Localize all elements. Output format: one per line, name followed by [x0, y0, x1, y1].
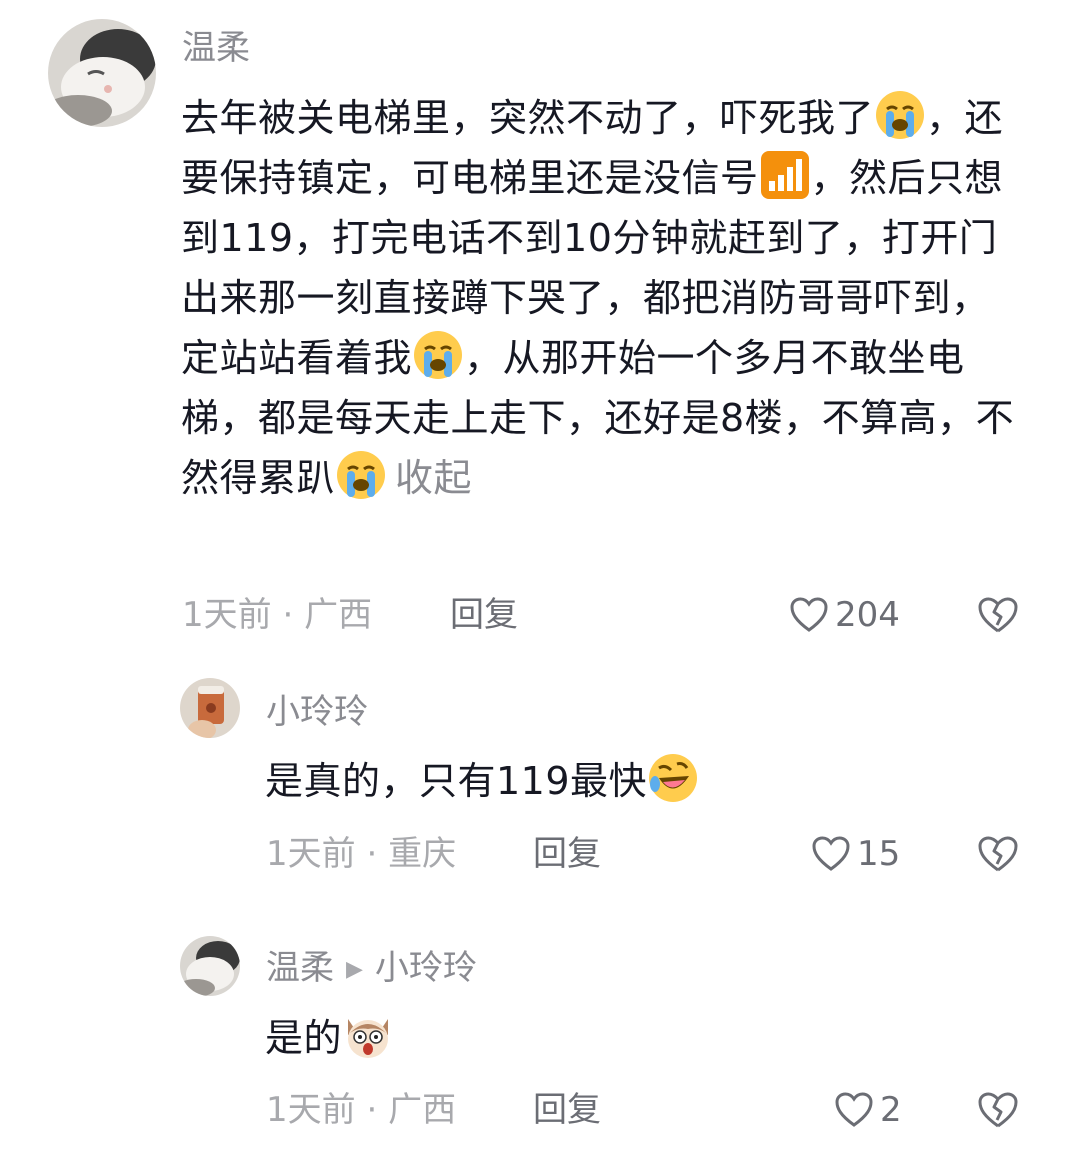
reply-button[interactable]: 回复 [533, 1090, 601, 1130]
comment-author-name[interactable]: 温柔 [266, 948, 334, 988]
comment-location: 广西 [388, 1090, 457, 1130]
like-button[interactable]: 2 [834, 1090, 902, 1130]
loudly-crying-face-icon [335, 449, 387, 501]
shocked-dog-face-icon [342, 1009, 394, 1061]
like-count: 204 [835, 595, 900, 635]
avatar[interactable] [180, 936, 240, 996]
comment-text: 去年被关电梯里，突然不动了，吓死我了 ，还要保持镇定，可电梯里还是没信号 ，然后只想… [181, 88, 1021, 508]
heart-outline-icon [790, 597, 828, 632]
loudly-crying-face-icon [412, 329, 464, 381]
rolling-laughing-face-icon [647, 752, 699, 804]
collapse-button[interactable]: 收起 [395, 456, 472, 500]
comment-text: 是的 [265, 1008, 1025, 1068]
comment-author[interactable]: 小玲玲 [266, 692, 368, 732]
avatar[interactable] [48, 19, 156, 127]
comment-location: 广西 [304, 595, 373, 635]
meta-separator: · [366, 834, 378, 874]
comment-author[interactable]: 温柔 ▶ 小玲玲 [266, 948, 477, 990]
comment-time: 1天前 [266, 1090, 356, 1130]
comment-meta: 1天前 · 重庆 [266, 834, 456, 874]
broken-heart-icon[interactable] [976, 595, 1020, 635]
reply-to-name[interactable]: 小玲玲 [375, 948, 477, 988]
comment-text: 是真的，只有119最快 [265, 751, 1025, 811]
comment-text-part: 去年被关电梯里，突然不动了，吓死我了 [181, 96, 875, 140]
broken-heart-icon[interactable] [976, 834, 1020, 874]
meta-separator: · [282, 595, 294, 635]
heart-outline-icon [835, 1092, 873, 1127]
avatar[interactable] [180, 678, 240, 738]
comment-text-part: 是的 [265, 1016, 343, 1060]
signal-bars-icon [759, 149, 811, 201]
reply-button[interactable]: 回复 [533, 834, 601, 874]
broken-heart-icon[interactable] [976, 1090, 1020, 1130]
comment-text-part: 是真的，只有119最快 [265, 759, 648, 803]
like-button[interactable]: 204 [789, 595, 900, 635]
like-count: 15 [857, 834, 901, 874]
heart-outline-icon [812, 836, 850, 871]
loudly-crying-face-icon [874, 89, 926, 141]
comment-location: 重庆 [388, 834, 457, 874]
comment-time: 1天前 [266, 834, 356, 874]
like-count: 2 [880, 1090, 902, 1130]
comment-meta: 1天前 · 广西 [266, 1090, 456, 1130]
meta-separator: · [366, 1090, 378, 1130]
like-button[interactable]: 15 [811, 834, 900, 874]
comment-author[interactable]: 温柔 [182, 28, 250, 68]
comment-time: 1天前 [182, 595, 272, 635]
reply-button[interactable]: 回复 [450, 595, 518, 635]
triangle-right-icon: ▶ [346, 957, 363, 982]
comment-meta: 1天前 · 广西 [182, 595, 372, 635]
